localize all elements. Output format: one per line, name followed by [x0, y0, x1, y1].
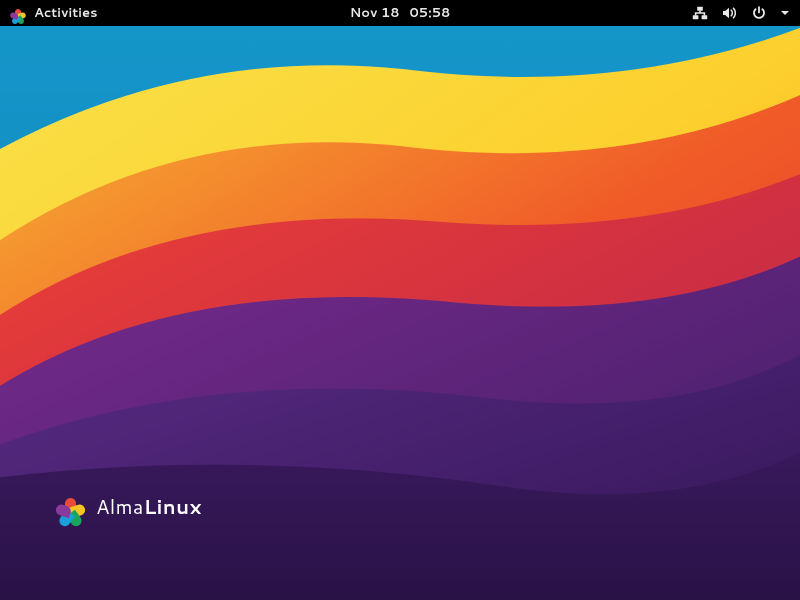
clock-date: Nov 18 [350, 4, 400, 22]
almalinux-icon [10, 5, 26, 21]
system-status-area[interactable] [692, 6, 790, 20]
activities-button[interactable]: Activities [34, 4, 98, 22]
volume-high-icon [722, 6, 738, 20]
network-wired-icon [692, 6, 708, 20]
top-panel: Activities Nov 18 05:58 [0, 0, 800, 26]
distro-name: AlmaLinux [96, 493, 202, 521]
clock-button[interactable]: Nov 18 05:58 [350, 4, 451, 22]
clock-time: 05:58 [410, 4, 451, 22]
power-icon [752, 6, 766, 20]
almalinux-logo-icon [56, 492, 86, 522]
distro-brand: AlmaLinux [56, 492, 202, 522]
chevron-down-icon [780, 9, 790, 17]
top-panel-left: Activities [10, 4, 98, 22]
